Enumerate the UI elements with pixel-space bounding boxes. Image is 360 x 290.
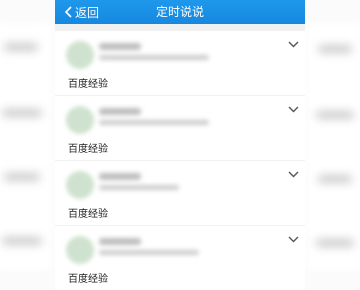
avatar[interactable] — [66, 236, 94, 264]
post-card: 百度经验 — [55, 96, 305, 160]
nav-bar: 返回 定时说说 — [55, 0, 305, 24]
post-content: 百度经验 — [68, 209, 108, 220]
avatar[interactable] — [66, 41, 94, 69]
blurred-timestamp — [99, 250, 199, 255]
chevron-down-icon[interactable] — [288, 41, 299, 48]
post-card: 百度经验 — [55, 226, 305, 290]
blurred-timestamp — [99, 185, 179, 190]
blurred-timestamp — [99, 120, 209, 125]
blurred-timestamp — [99, 55, 209, 60]
chevron-down-icon[interactable] — [288, 106, 299, 113]
blurred-username — [99, 108, 141, 115]
blurred-username — [99, 43, 141, 50]
blurred-right-background — [306, 24, 360, 270]
blurred-username — [99, 173, 141, 180]
avatar[interactable] — [66, 171, 94, 199]
post-card: 百度经验 — [55, 161, 305, 225]
chevron-down-icon[interactable] — [288, 171, 299, 178]
chevron-down-icon[interactable] — [288, 236, 299, 243]
post-content: 百度经验 — [68, 144, 108, 155]
post-card: 百度经验 — [55, 31, 305, 95]
avatar[interactable] — [66, 106, 94, 134]
page-title: 定时说说 — [155, 5, 204, 19]
post-content: 百度经验 — [68, 274, 108, 285]
post-content: 百度经验 — [68, 79, 108, 90]
post-list: 百度经验 百度经验 百度经验 百度经验 — [55, 24, 305, 290]
blurred-username — [99, 238, 141, 245]
blurred-left-background — [0, 24, 52, 270]
